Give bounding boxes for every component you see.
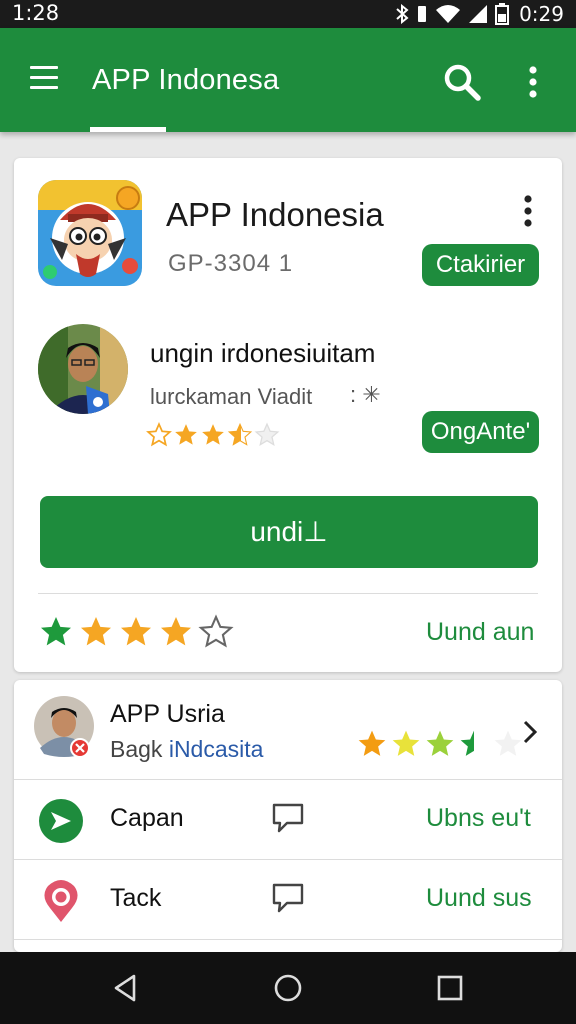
star-filled-icon bbox=[202, 424, 224, 445]
star-filled-icon bbox=[358, 730, 386, 756]
comment-icon[interactable] bbox=[270, 800, 306, 836]
developer-name[interactable]: ungin irdonesiuitam bbox=[150, 338, 375, 369]
wifi-icon bbox=[436, 5, 461, 23]
list-card: APP Usria Bagk iNdcasita Capan Ubns eu't… bbox=[14, 680, 562, 952]
rating-stars[interactable] bbox=[38, 614, 234, 650]
star-half-green-icon bbox=[460, 730, 488, 756]
app-logo-icon[interactable] bbox=[38, 180, 142, 286]
star-filled-icon[interactable] bbox=[118, 614, 154, 650]
home-icon[interactable] bbox=[272, 972, 304, 1004]
star-half-icon bbox=[227, 422, 253, 446]
location-pin-icon bbox=[44, 880, 78, 922]
list-item-link[interactable]: Uund sus bbox=[426, 884, 532, 913]
developer-chip[interactable]: OngAnte' bbox=[422, 411, 539, 453]
app-bar-title: APP Indonesa bbox=[92, 64, 280, 96]
status-icons: 0:29 bbox=[395, 0, 564, 28]
tab-indicator bbox=[90, 127, 166, 132]
menu-icon[interactable] bbox=[30, 66, 60, 92]
star-yellow-icon bbox=[392, 730, 420, 756]
status-bar: 1:28 0:29 bbox=[0, 0, 576, 28]
developer-subtitle: lurckaman Viadit bbox=[150, 384, 313, 409]
star-green-icon[interactable] bbox=[38, 614, 74, 650]
user-row-stars bbox=[356, 728, 524, 760]
star-outline-icon bbox=[146, 422, 172, 447]
user-row-title: APP Usria bbox=[110, 700, 225, 728]
category-chip[interactable]: Ctakirier bbox=[422, 244, 539, 286]
user-row-subtitle: Bagk iNdcasita bbox=[110, 736, 263, 763]
app-code: GP-3304 1 bbox=[168, 250, 294, 277]
developer-rating-stars bbox=[146, 422, 280, 452]
search-icon[interactable] bbox=[440, 60, 484, 104]
app-detail-card: APP Indonesia GP-3304 1 Ctakirier ungin … bbox=[14, 158, 562, 672]
navigation-bar bbox=[0, 952, 576, 1024]
divider bbox=[38, 593, 538, 594]
user-row[interactable]: APP Usria Bagk iNdcasita bbox=[14, 680, 562, 780]
bluetooth-icon bbox=[396, 4, 409, 24]
signal-icon bbox=[469, 5, 488, 23]
star-outline-icon bbox=[254, 422, 280, 446]
app-bar: APP Indonesa bbox=[0, 28, 576, 132]
battery-icon bbox=[495, 3, 510, 25]
status-time: 1:28 bbox=[12, 1, 60, 25]
list-item-tack[interactable]: Tack Uund sus bbox=[14, 860, 562, 940]
star-outline-icon[interactable] bbox=[198, 614, 234, 650]
install-button[interactable]: undi⊥ bbox=[40, 496, 538, 568]
list-item-link[interactable]: Ubns eu't bbox=[426, 804, 531, 833]
status-clock: 0:29 bbox=[519, 2, 564, 26]
comment-icon[interactable] bbox=[270, 880, 306, 916]
card-more-vert-icon[interactable] bbox=[520, 194, 536, 228]
list-item-capan[interactable]: Capan Ubns eu't bbox=[14, 780, 562, 860]
send-circle-icon bbox=[39, 799, 83, 843]
developer-subtitle-mark: : ✳ bbox=[350, 382, 381, 407]
star-lime-icon bbox=[426, 730, 454, 756]
rating-link[interactable]: Uund aun bbox=[426, 618, 534, 647]
list-item-label: Capan bbox=[110, 804, 184, 832]
user-row-subtitle-prefix: Bagk bbox=[110, 736, 169, 762]
chevron-right-icon[interactable] bbox=[520, 718, 540, 746]
star-filled-icon bbox=[175, 424, 197, 445]
star-filled-icon[interactable] bbox=[78, 614, 114, 650]
recents-icon[interactable] bbox=[434, 972, 466, 1004]
back-icon[interactable] bbox=[110, 972, 142, 1004]
star-filled-icon[interactable] bbox=[158, 614, 194, 650]
list-item-label: Tack bbox=[110, 884, 162, 912]
user-avatar bbox=[34, 696, 94, 758]
user-row-subtitle-accent: iNdcasita bbox=[168, 736, 264, 762]
vibrate-icon bbox=[418, 6, 427, 22]
more-vert-icon[interactable] bbox=[520, 64, 546, 100]
app-name: APP Indonesia bbox=[166, 196, 384, 233]
developer-avatar[interactable] bbox=[38, 324, 128, 414]
